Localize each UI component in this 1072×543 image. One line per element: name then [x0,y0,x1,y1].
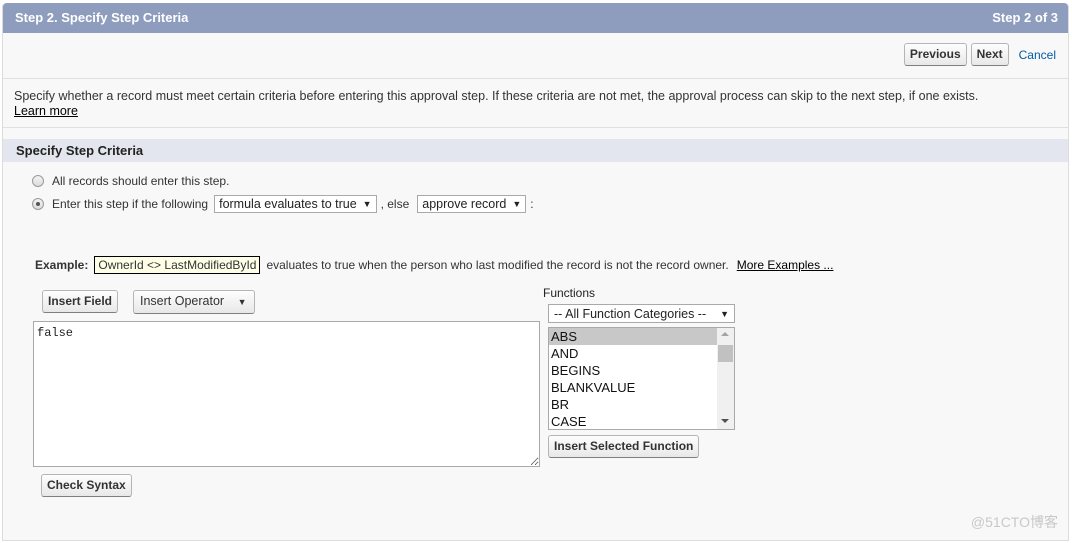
function-item[interactable]: BEGINS [549,362,717,379]
radio-all-records[interactable] [32,175,44,187]
previous-button[interactable]: Previous [903,43,967,66]
condition-select-value: formula evaluates to true [219,197,357,211]
option-if-label: Enter this step if the following [52,197,209,211]
formula-example: Example: OwnerId <> LastModifiedById eva… [35,256,833,274]
functions-listbox[interactable]: ABS AND BEGINS BLANKVALUE BR CASE [548,327,735,430]
intro-text: Specify whether a record must meet certa… [14,89,979,103]
divider [3,127,1068,128]
insert-field-button[interactable]: Insert Field [42,290,119,313]
insert-operator-label: Insert Operator [140,294,225,308]
learn-more-link[interactable]: Learn more [14,104,78,118]
dropdown-arrow-icon: ▼ [362,199,372,209]
radio-enter-if[interactable] [32,198,44,210]
function-item[interactable]: ABS [549,328,717,345]
option-all-label: All records should enter this step. [52,174,230,188]
dropdown-arrow-icon: ▼ [237,297,247,307]
intro-description: Specify whether a record must meet certa… [14,89,1059,119]
more-examples-link[interactable]: More Examples ... [737,258,834,272]
functions-scrollbar[interactable] [717,328,734,429]
dropdown-arrow-icon: ▼ [512,199,522,209]
insert-selected-function-button[interactable]: Insert Selected Function [548,435,700,458]
function-category-value: -- All Function Categories -- [554,306,707,321]
criteria-option-if[interactable]: Enter this step if the following formula… [32,195,534,213]
example-code: OwnerId <> LastModifiedById [94,256,261,274]
else-label: , else [380,197,410,211]
else-select-value: approve record [422,197,507,211]
scroll-down-icon[interactable] [721,419,729,423]
function-item[interactable]: AND [549,345,717,362]
section-header: Specify Step Criteria [3,139,1068,162]
watermark: @51CTO博客 [970,514,1058,530]
scroll-up-icon[interactable] [721,332,729,336]
insert-operator-button[interactable]: Insert Operator ▼ [133,290,256,314]
section-title: Specify Step Criteria [16,143,144,158]
wizard-header: Step 2. Specify Step Criteria Step 2 of … [3,3,1068,33]
check-syntax-button[interactable]: Check Syntax [41,474,132,497]
functions-label: Functions [543,286,596,300]
page-title: Step 2. Specify Step Criteria [15,10,189,25]
dropdown-arrow-icon: ▼ [720,308,729,319]
cancel-link[interactable]: Cancel [1019,48,1056,62]
criteria-option-all[interactable]: All records should enter this step. [32,174,229,188]
condition-select[interactable]: formula evaluates to true ▼ [214,195,377,213]
divider [3,78,1068,79]
function-item[interactable]: BR [549,396,717,413]
example-label: Example: [35,258,89,272]
step-indicator: Step 2 of 3 [992,10,1058,25]
scroll-thumb[interactable] [718,345,733,362]
wizard-navigation: Previous Next Cancel [903,43,1056,66]
function-item[interactable]: CASE [549,413,717,429]
else-action-select[interactable]: approve record ▼ [417,195,527,213]
approval-step-wizard: Step 2. Specify Step Criteria Step 2 of … [2,3,1069,541]
next-button[interactable]: Next [970,43,1009,66]
formula-textarea[interactable]: false [33,321,540,467]
function-category-select[interactable]: -- All Function Categories -- ▼ [548,304,735,323]
colon-label: : [530,197,534,211]
example-description: evaluates to true when the person who la… [266,258,729,272]
function-item[interactable]: BLANKVALUE [549,379,717,396]
